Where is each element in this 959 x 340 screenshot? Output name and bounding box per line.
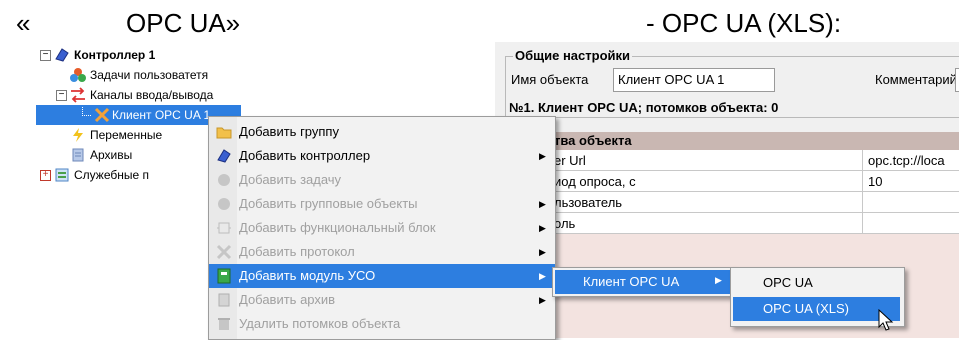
submenu-item-opc-ua[interactable]: OPC UA bbox=[733, 271, 902, 295]
property-value: opc.tcp://loca bbox=[868, 153, 945, 168]
menu-item-label: Добавить функциональный блок bbox=[239, 220, 436, 235]
tree-item-tasks[interactable]: Задачи пользоватетя bbox=[36, 65, 336, 85]
general-settings-title: Общие настройки bbox=[513, 48, 632, 63]
function-block-icon bbox=[217, 222, 231, 234]
property-name: льзователь bbox=[554, 195, 623, 210]
property-row[interactable]: er Url opc.tcp://loca bbox=[552, 150, 959, 171]
tree-item-label: Задачи пользоватетя bbox=[90, 68, 209, 82]
property-name: иод опроса, с bbox=[554, 174, 636, 189]
submenu-arrow-icon: ▶ bbox=[539, 199, 546, 209]
tree-item-label: Архивы bbox=[90, 148, 133, 162]
properties-header-label: тва объекта bbox=[554, 133, 632, 148]
object-name-field[interactable]: Клиент OPC UA 1 bbox=[613, 68, 775, 92]
tree-item-service[interactable]: + Служебные п bbox=[36, 165, 208, 185]
menu-item-label: Добавить модуль УСО bbox=[239, 268, 376, 283]
property-row[interactable]: оль bbox=[552, 213, 959, 234]
io-module-icon bbox=[217, 268, 231, 284]
menu-item-add-function-block: Добавить функциональный блок ▶ bbox=[209, 216, 555, 240]
menu-item-delete-children: Удалить потомков объекта bbox=[209, 312, 555, 336]
submenu-arrow-icon: ▶ bbox=[539, 223, 546, 233]
submenu-item-label: OPC UA bbox=[763, 275, 813, 290]
tree-item-controller[interactable]: − Контроллер 1 bbox=[36, 45, 336, 65]
collapse-icon[interactable]: − bbox=[40, 50, 51, 61]
submenu-item-label: Клиент OPC UA bbox=[583, 274, 680, 289]
task-icon bbox=[218, 174, 230, 186]
tree-item-label: Каналы ввода/вывода bbox=[90, 88, 214, 102]
property-row[interactable]: иод опроса, с 10 bbox=[552, 171, 959, 192]
menu-item-add-controller[interactable]: Добавить контроллер ▶ bbox=[209, 144, 555, 168]
tree-item-archives[interactable]: Архивы bbox=[36, 145, 216, 165]
tree-item-variables[interactable]: Переменные bbox=[36, 125, 216, 145]
tree-item-label: Переменные bbox=[90, 128, 163, 142]
menu-item-label: Добавить архив bbox=[239, 292, 336, 307]
submenu-arrow-icon: ▶ bbox=[539, 151, 546, 161]
property-row[interactable]: льзователь bbox=[552, 192, 959, 213]
tree-item-label: Контроллер 1 bbox=[74, 48, 156, 62]
submenu-item-opc-ua-xls[interactable]: OPC UA (XLS) bbox=[733, 297, 900, 321]
variables-icon bbox=[73, 128, 83, 142]
tree-item-io-channels[interactable]: − Каналы ввода/вывода bbox=[36, 85, 336, 105]
properties-header: тва объекта bbox=[552, 132, 959, 150]
delete-children-icon bbox=[218, 318, 230, 330]
menu-item-add-group[interactable]: Добавить группу bbox=[209, 120, 555, 144]
menu-item-add-archive: Добавить архив ▶ bbox=[209, 288, 555, 312]
menu-item-add-task: Добавить задачу bbox=[209, 168, 555, 192]
submenu-io-module: Клиент OPC UA ▶ bbox=[552, 267, 734, 297]
object-name-label: Имя объекта bbox=[511, 72, 589, 87]
property-value: 10 bbox=[868, 174, 883, 189]
caption-right: - OPC UA (XLS): bbox=[646, 8, 842, 38]
submenu-item-opc-client[interactable]: Клиент OPC UA ▶ bbox=[555, 270, 731, 294]
menu-item-label: Добавить группу bbox=[239, 124, 339, 139]
menu-item-add-group-objects: Добавить групповые объекты ▶ bbox=[209, 192, 555, 216]
menu-item-label: Добавить задачу bbox=[239, 172, 342, 187]
submenu-arrow-icon: ▶ bbox=[539, 247, 546, 257]
controller-icon bbox=[217, 149, 231, 163]
submenu-arrow-icon: ▶ bbox=[539, 271, 546, 281]
object-name-value: Клиент OPC UA 1 bbox=[618, 72, 725, 87]
caption-left: OPC UA» bbox=[126, 8, 241, 38]
archive-icon bbox=[218, 293, 230, 307]
property-name: оль bbox=[554, 216, 576, 231]
group-objects-icon bbox=[218, 198, 230, 210]
comment-field[interactable] bbox=[955, 68, 959, 92]
opc-client-icon bbox=[94, 107, 110, 123]
service-icon bbox=[55, 168, 69, 182]
caption-quote: « bbox=[16, 8, 31, 38]
protocol-icon bbox=[216, 244, 232, 260]
folder-icon bbox=[216, 127, 232, 139]
tree-item-label: Клиент OPC UA 1 bbox=[112, 108, 211, 122]
submenu-arrow-icon: ▶ bbox=[715, 275, 722, 285]
context-menu: Добавить группу Добавить контроллер ▶ До… bbox=[208, 116, 556, 340]
menu-item-label: Добавить протокол bbox=[239, 244, 355, 259]
menu-item-label: Удалить потомков объекта bbox=[239, 316, 401, 331]
menu-item-label: Добавить групповые объекты bbox=[239, 196, 418, 211]
comment-label: Комментарий bbox=[875, 72, 957, 87]
submenu-item-label: OPC UA (XLS) bbox=[763, 301, 849, 316]
tasks-icon bbox=[70, 68, 86, 82]
object-info-line: №1. Клиент OPC UA; потомков объекта: 0 bbox=[509, 100, 779, 115]
mouse-cursor-icon bbox=[878, 309, 894, 331]
menu-item-label: Добавить контроллер bbox=[239, 148, 371, 163]
menu-item-add-io-module[interactable]: Добавить модуль УСО ▶ bbox=[209, 264, 555, 288]
controller-icon bbox=[55, 48, 69, 62]
submenu-arrow-icon: ▶ bbox=[539, 295, 546, 305]
menu-item-add-protocol: Добавить протокол ▶ bbox=[209, 240, 555, 264]
tree-item-label: Служебные п bbox=[74, 168, 149, 182]
expand-icon[interactable]: + bbox=[40, 170, 51, 181]
property-name: er Url bbox=[554, 153, 586, 168]
archives-icon bbox=[72, 148, 84, 162]
collapse-icon[interactable]: − bbox=[56, 90, 67, 101]
io-channels-icon bbox=[71, 87, 85, 103]
